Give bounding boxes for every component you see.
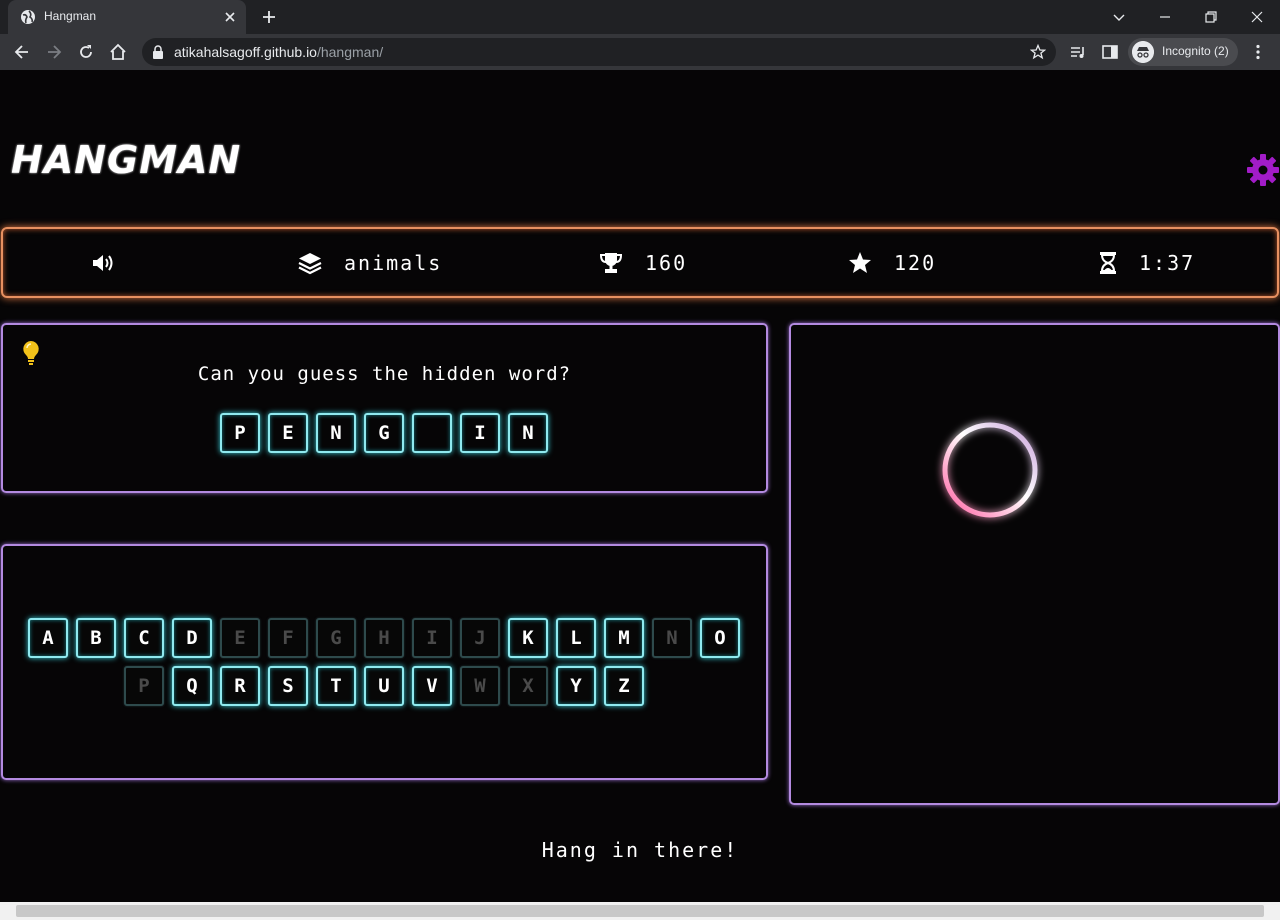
restore-icon[interactable]: [1201, 7, 1221, 27]
hourglass-icon: [1100, 251, 1116, 274]
key-j: J: [460, 618, 500, 658]
address-bar[interactable]: atikahalsagoff.github.io/hangman/: [142, 38, 1056, 66]
url-path: /hangman/: [316, 44, 384, 60]
timer-value: 1:37: [1139, 250, 1196, 275]
horizontal-scrollbar[interactable]: [0, 902, 1280, 920]
letter-slot: N: [316, 413, 356, 453]
key-v[interactable]: V: [412, 666, 452, 706]
key-f: F: [268, 618, 308, 658]
incognito-profile-button[interactable]: Incognito (2): [1128, 38, 1238, 66]
key-k[interactable]: K: [508, 618, 548, 658]
browser-toolbar: atikahalsagoff.github.io/hangman/ Incogn…: [0, 34, 1280, 70]
forward-arrow-icon[interactable]: [44, 42, 64, 62]
close-tab-icon[interactable]: [222, 9, 238, 25]
letter-slot: I: [460, 413, 500, 453]
key-y[interactable]: Y: [556, 666, 596, 706]
close-window-icon[interactable]: [1247, 7, 1267, 27]
category-stat: animals: [298, 229, 442, 296]
browser-menu-icon[interactable]: [1248, 42, 1268, 62]
timer-stat: 1:37: [1099, 229, 1195, 296]
score-stat: 120: [848, 229, 936, 296]
letter-slot: N: [508, 413, 548, 453]
category-value: animals: [344, 250, 443, 275]
globe-icon: [21, 10, 35, 24]
key-z[interactable]: Z: [604, 666, 644, 706]
word-panel: Can you guess the hidden word? PENGIN: [1, 323, 768, 493]
incognito-icon: [1132, 41, 1154, 63]
new-tab-icon[interactable]: [260, 8, 278, 26]
volume-icon[interactable]: [91, 253, 115, 273]
url-text: atikahalsagoff.github.io/hangman/: [174, 44, 383, 60]
key-i: I: [412, 618, 452, 658]
media-control-icon[interactable]: [1068, 42, 1088, 62]
key-c[interactable]: C: [124, 618, 164, 658]
back-arrow-icon[interactable]: [12, 42, 32, 62]
browser-tab-strip: Hangman: [0, 0, 1280, 34]
trophy-icon: [599, 252, 623, 273]
star-icon: [849, 251, 871, 273]
lock-icon: [153, 45, 163, 59]
key-u[interactable]: U: [364, 666, 404, 706]
key-s[interactable]: S: [268, 666, 308, 706]
home-icon[interactable]: [108, 42, 128, 62]
browser-tab[interactable]: Hangman: [8, 0, 246, 34]
layers-icon: [298, 252, 322, 274]
key-q[interactable]: Q: [172, 666, 212, 706]
minimize-icon[interactable]: [1155, 7, 1175, 27]
key-d[interactable]: D: [172, 618, 212, 658]
status-message: Hang in there!: [541, 838, 739, 862]
puzzle-prompt: Can you guess the hidden word?: [197, 363, 572, 385]
key-h: H: [364, 618, 404, 658]
game-logo: HANGMAN: [11, 138, 242, 182]
key-w: W: [460, 666, 500, 706]
key-g: G: [316, 618, 356, 658]
letter-slot: P: [220, 413, 260, 453]
key-l[interactable]: L: [556, 618, 596, 658]
high-score-value: 160: [645, 250, 688, 275]
key-m[interactable]: M: [604, 618, 644, 658]
keyboard-panel: ABCDEFGHIJKLMNO PQRSTUVWXYZ: [1, 544, 768, 780]
gallows-drawing: [865, 367, 1195, 773]
key-r[interactable]: R: [220, 666, 260, 706]
reload-icon[interactable]: [76, 42, 96, 62]
bookmark-star-icon[interactable]: [1030, 44, 1046, 60]
letter-slot: G: [364, 413, 404, 453]
letter-slot: [412, 413, 452, 453]
gallows-panel: [789, 323, 1280, 805]
key-p: P: [124, 666, 164, 706]
key-x: X: [508, 666, 548, 706]
scrollbar-thumb[interactable]: [16, 905, 1264, 917]
score-value: 120: [894, 250, 937, 275]
tab-search-icon[interactable]: [1109, 7, 1129, 27]
stats-bar: animals 160 120 1:37: [1, 227, 1279, 298]
profile-label: Incognito (2): [1162, 44, 1229, 58]
high-score-stat: 160: [599, 229, 687, 296]
sound-toggle[interactable]: [91, 229, 115, 296]
hangman-head: [942, 422, 1038, 518]
key-b[interactable]: B: [76, 618, 116, 658]
key-a[interactable]: A: [28, 618, 68, 658]
key-t[interactable]: T: [316, 666, 356, 706]
key-n: N: [652, 618, 692, 658]
tab-title: Hangman: [44, 9, 97, 23]
key-o[interactable]: O: [700, 618, 740, 658]
key-e: E: [220, 618, 260, 658]
gear-icon[interactable]: [1245, 152, 1280, 188]
url-host: atikahalsagoff.github.io: [174, 44, 317, 60]
letter-slot: E: [268, 413, 308, 453]
side-panel-icon[interactable]: [1100, 42, 1120, 62]
